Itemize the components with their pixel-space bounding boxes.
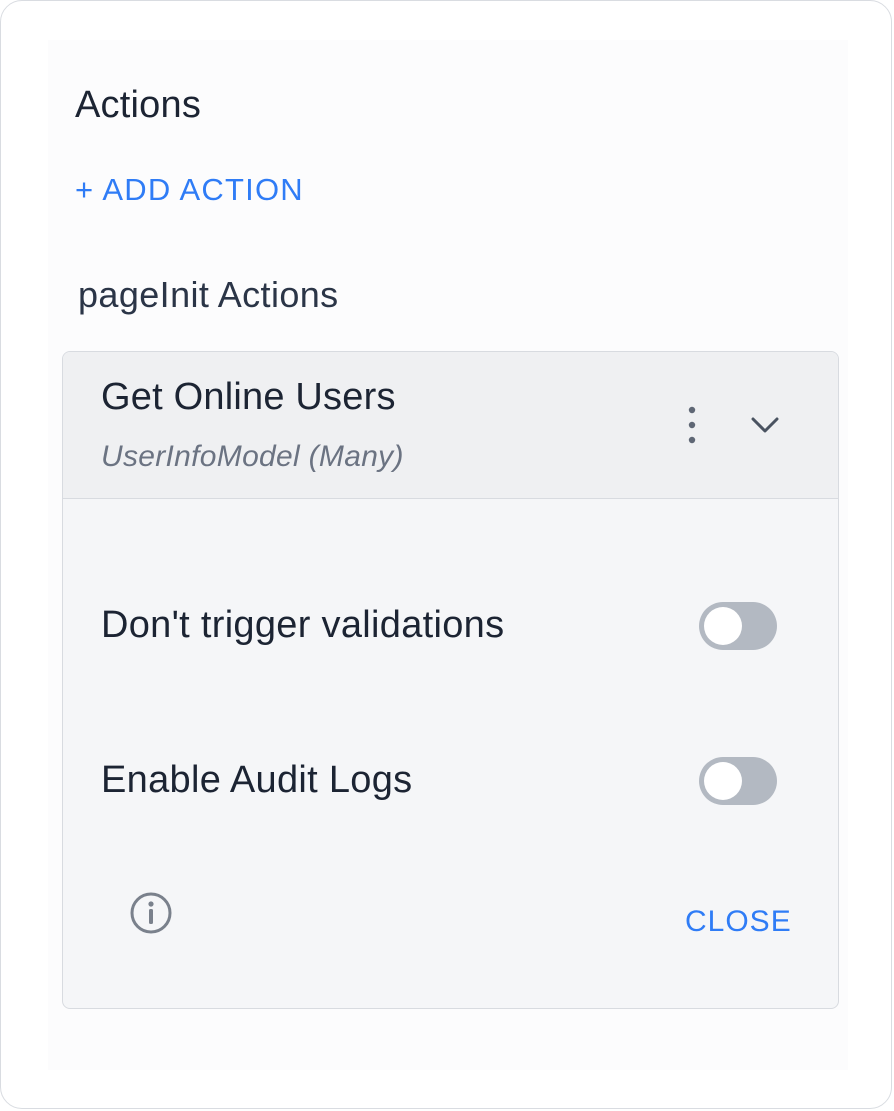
- action-card: Get Online Users UserInfoModel (Many) Do…: [62, 351, 839, 1009]
- chevron-down-icon[interactable]: [747, 410, 783, 440]
- close-button[interactable]: CLOSE: [685, 905, 792, 939]
- action-subtitle: UserInfoModel (Many): [101, 440, 404, 473]
- action-title: Get Online Users: [101, 376, 396, 418]
- action-card-header[interactable]: Get Online Users UserInfoModel (Many): [63, 352, 838, 499]
- enable-audit-logs-toggle[interactable]: [699, 757, 777, 805]
- kebab-vertical-icon[interactable]: [677, 404, 707, 448]
- toggle-knob: [704, 607, 742, 645]
- group-title: pageInit Actions: [78, 274, 339, 315]
- info-circle-icon[interactable]: [129, 891, 173, 935]
- dont-trigger-validations-toggle[interactable]: [699, 602, 777, 650]
- section-title: Actions: [75, 84, 202, 126]
- option-label-dont-trigger-validations: Don't trigger validations: [101, 604, 505, 646]
- option-label-enable-audit-logs: Enable Audit Logs: [101, 759, 413, 801]
- add-action-button[interactable]: + ADD ACTION: [75, 172, 304, 208]
- toggle-knob: [704, 762, 742, 800]
